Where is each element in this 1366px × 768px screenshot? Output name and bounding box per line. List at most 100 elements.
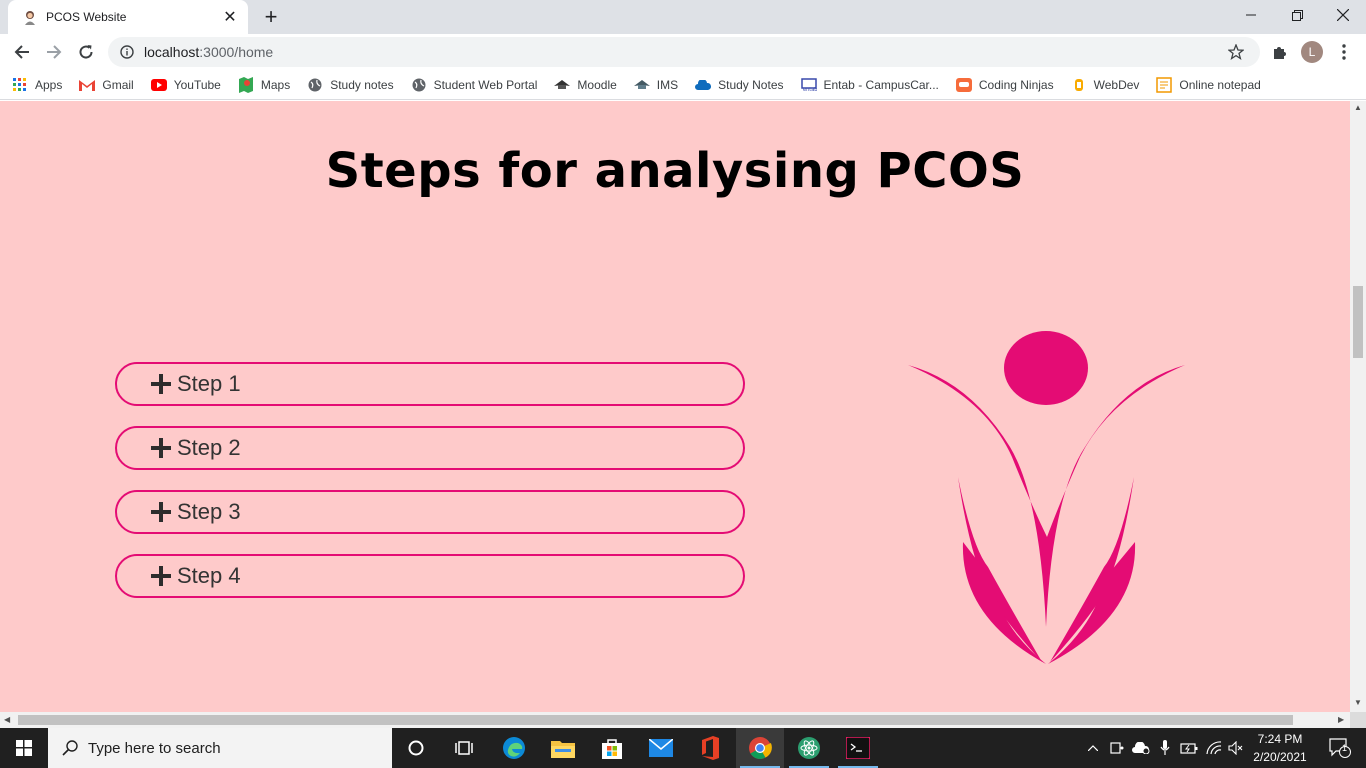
kebab-menu-icon <box>1342 44 1346 60</box>
reload-button[interactable] <box>72 38 100 66</box>
taskbar-clock[interactable]: 7:24 PM 2/20/2021 <box>1246 730 1314 766</box>
bookmark-study-notes-1[interactable]: Study notes <box>307 77 394 93</box>
cortana-circle-icon <box>408 740 424 756</box>
bookmark-label: Maps <box>260 77 291 92</box>
chrome-icon <box>749 737 772 759</box>
page-viewport: Steps for analysing PCOS Step 1 Step 2 S… <box>0 101 1350 712</box>
horizontal-scrollbar[interactable]: ◀ ▶ <box>0 712 1350 728</box>
minimize-button[interactable] <box>1228 0 1274 30</box>
bookmark-gmail[interactable]: Gmail <box>79 77 134 93</box>
bookmark-online-notepad[interactable]: Online notepad <box>1156 76 1261 93</box>
tray-device-button[interactable] <box>1108 728 1126 768</box>
office-icon <box>702 736 719 760</box>
tab-strip: PCOS Website ✕ + <box>0 0 1366 34</box>
step-4-accordion[interactable]: Step 4 <box>115 554 745 598</box>
tray-volume-button[interactable] <box>1226 728 1246 768</box>
step-3-accordion[interactable]: Step 3 <box>115 490 745 534</box>
tray-wifi-button[interactable] <box>1204 728 1224 768</box>
profile-button[interactable]: L <box>1298 38 1326 66</box>
chrome-taskbar-button[interactable] <box>736 728 784 768</box>
extensions-button[interactable] <box>1266 38 1294 66</box>
globe-icon <box>307 77 323 93</box>
forward-arrow-icon <box>47 45 62 59</box>
taskbar-search-box[interactable]: Type here to search <box>48 728 392 768</box>
volume-muted-icon <box>1228 741 1243 755</box>
svg-text:entab: entab <box>803 87 817 92</box>
url-path: :3000/home <box>199 44 274 60</box>
forward-button[interactable] <box>40 38 68 66</box>
plus-icon <box>151 566 171 586</box>
file-explorer-taskbar-button[interactable] <box>539 728 587 768</box>
bookmark-label: YouTube <box>173 77 221 92</box>
office-taskbar-button[interactable] <box>686 728 734 768</box>
bookmark-youtube[interactable]: YouTube <box>150 77 221 93</box>
bookmark-label: IMS <box>656 77 679 92</box>
edge-taskbar-button[interactable] <box>490 728 538 768</box>
windows-logo-icon <box>16 740 32 756</box>
cortana-button[interactable] <box>392 728 440 768</box>
search-icon <box>62 740 78 756</box>
atom-taskbar-button[interactable] <box>785 728 833 768</box>
start-button[interactable] <box>0 728 48 768</box>
puzzle-icon <box>1274 47 1286 59</box>
plus-icon <box>151 374 171 394</box>
url-text: localhost:3000/home <box>144 44 273 60</box>
battery-charging-icon <box>1180 743 1198 754</box>
bookmark-label: Student Web Portal <box>433 77 538 92</box>
action-center-button[interactable]: 1 <box>1318 728 1362 768</box>
new-tab-button[interactable]: + <box>258 4 284 30</box>
step-2-accordion[interactable]: Step 2 <box>115 426 745 470</box>
edge-icon <box>503 737 525 759</box>
bookmark-study-notes-2[interactable]: Study Notes <box>695 77 784 93</box>
tray-onedrive-button[interactable] <box>1130 728 1152 768</box>
gmail-icon <box>79 77 96 93</box>
bookmark-entab[interactable]: entab Entab - CampusCar... <box>800 77 939 93</box>
vertical-scroll-thumb[interactable] <box>1353 286 1363 358</box>
tray-microphone-button[interactable] <box>1156 728 1174 768</box>
step-label: Step 4 <box>177 563 241 588</box>
scroll-up-icon[interactable]: ▲ <box>1354 103 1362 112</box>
store-bag-icon <box>602 739 622 759</box>
restore-icon <box>1291 9 1303 21</box>
bookmark-coding-ninjas[interactable]: Coding Ninjas <box>955 77 1054 93</box>
task-view-icon <box>455 741 473 755</box>
horizontal-scroll-thumb[interactable] <box>18 715 1293 725</box>
bookmark-ims[interactable]: IMS <box>633 77 679 93</box>
terminal-taskbar-button[interactable] <box>834 728 882 768</box>
tray-battery-button[interactable] <box>1178 728 1200 768</box>
store-taskbar-button[interactable] <box>588 728 636 768</box>
reload-icon <box>79 45 93 59</box>
bookmark-webdev[interactable]: WebDev <box>1071 77 1139 93</box>
close-window-button[interactable] <box>1320 0 1366 30</box>
atom-icon <box>798 737 820 759</box>
entab-icon: entab <box>800 77 817 93</box>
minimize-icon <box>1246 14 1256 16</box>
back-button[interactable] <box>8 38 36 66</box>
bookmark-star-icon[interactable] <box>1228 44 1244 60</box>
vertical-scrollbar[interactable]: ▲ ▼ <box>1350 101 1366 712</box>
tab-close-icon[interactable]: ✕ <box>220 7 240 27</box>
bookmark-apps[interactable]: Apps <box>12 77 62 93</box>
scroll-down-icon[interactable]: ▼ <box>1354 698 1362 707</box>
restore-button[interactable] <box>1274 0 1320 30</box>
browser-tab[interactable]: PCOS Website ✕ <box>8 0 248 34</box>
back-arrow-icon <box>14 45 29 59</box>
menu-button[interactable] <box>1330 38 1358 66</box>
folder-icon <box>551 741 575 758</box>
clock-time: 7:24 PM <box>1257 732 1303 746</box>
youtube-icon <box>150 77 167 93</box>
scroll-right-icon[interactable]: ▶ <box>1338 715 1344 724</box>
bookmark-moodle[interactable]: Moodle <box>554 77 617 93</box>
terminal-icon <box>846 737 870 759</box>
address-bar[interactable]: localhost:3000/home <box>108 37 1260 67</box>
bookmark-student-web-portal[interactable]: Student Web Portal <box>411 77 538 93</box>
scroll-left-icon[interactable]: ◀ <box>4 715 10 724</box>
step-1-accordion[interactable]: Step 1 <box>115 362 745 406</box>
bookmark-maps[interactable]: Maps <box>238 76 291 93</box>
task-view-button[interactable] <box>440 728 488 768</box>
bookmarks-bar: Apps Gmail YouTube Maps Study notes Stud… <box>0 70 1366 100</box>
info-icon[interactable] <box>120 45 134 59</box>
globe-icon <box>411 77 427 93</box>
mail-taskbar-button[interactable] <box>637 728 685 768</box>
show-hidden-icons-button[interactable] <box>1084 728 1102 768</box>
